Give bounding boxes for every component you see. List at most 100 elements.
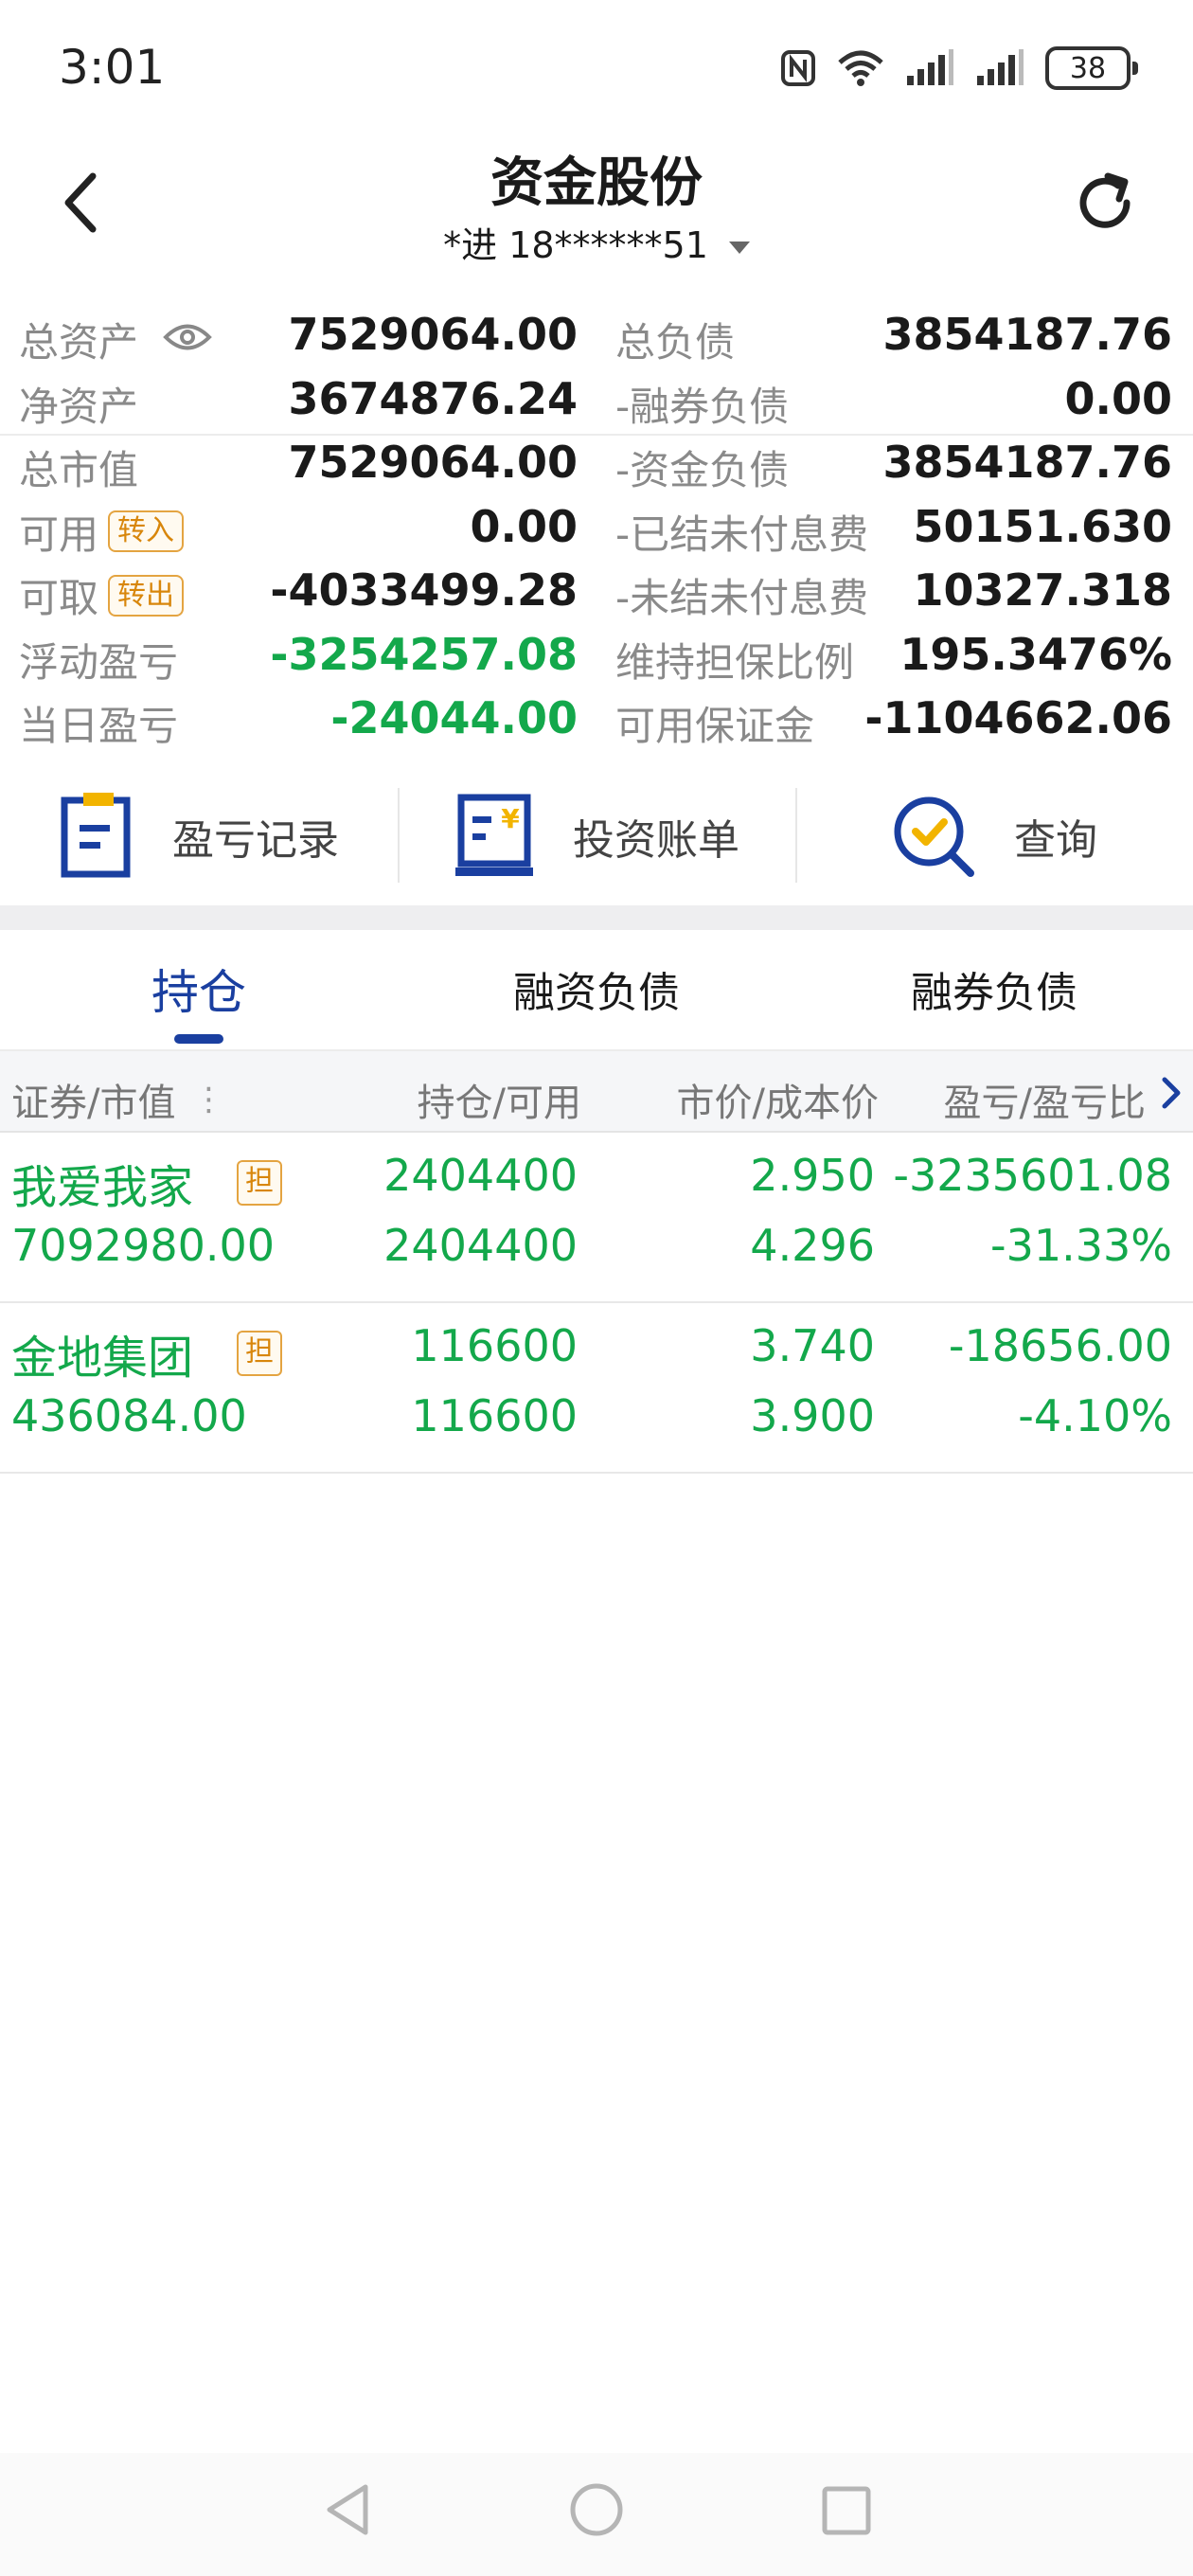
triangle-back-icon xyxy=(327,2484,368,2535)
battery-level: 38 xyxy=(1069,51,1107,85)
holding-cell: 116600 xyxy=(411,1320,578,1371)
transfer-out-button[interactable]: 转出 xyxy=(108,574,185,617)
column-header-price[interactable]: 市价/成本价 xyxy=(677,1072,879,1127)
margin-liabilities-value: 3854187.76 xyxy=(882,437,1172,488)
position-tabs: 持仓 融资负债 融券负债 xyxy=(0,930,1193,1047)
summary-label: 总市值 xyxy=(19,447,139,493)
refresh-button[interactable] xyxy=(1072,167,1138,239)
action-bar: 盈亏记录 ¥ 投资账单 查询 xyxy=(0,765,1193,907)
summary-row: 浮动盈亏 -3254257.08 维持担保比例 195.3476% xyxy=(0,625,1193,689)
action-label: 盈亏记录 xyxy=(172,816,339,865)
summary-label: 可取 转出 xyxy=(19,566,185,624)
summary-label: 总资产 xyxy=(19,311,212,368)
nav-home-button[interactable] xyxy=(568,2481,625,2542)
column-header-security[interactable]: 证券/市值 ⋮ xyxy=(11,1072,224,1127)
maintenance-ratio-value: 195.3476% xyxy=(899,628,1172,680)
caret-down-icon xyxy=(728,242,750,254)
query-button[interactable]: 查询 xyxy=(795,765,1193,907)
net-assets-value: 3674876.24 xyxy=(288,372,578,424)
summary-label: 可用保证金 xyxy=(615,703,815,749)
more-options-icon[interactable]: ⋮ xyxy=(192,1083,224,1116)
record-icon xyxy=(61,793,131,878)
investment-bill-button[interactable]: ¥ 投资账单 xyxy=(398,765,795,907)
floating-pnl-value: -3254257.08 xyxy=(270,628,578,680)
nav-recents-button[interactable] xyxy=(820,2481,873,2542)
transfer-in-button[interactable]: 转入 xyxy=(108,510,185,552)
square-recents-icon xyxy=(822,2486,871,2535)
column-header-pnl[interactable]: 盈亏/盈亏比 xyxy=(944,1072,1146,1127)
summary-row: 当日盈亏 -24044.00 可用保证金 -1104662.06 xyxy=(0,689,1193,753)
collateral-badge: 担 xyxy=(237,1160,283,1206)
holdings-list: 我爱我家担 7092980.00 2404400 2404400 2.950 4… xyxy=(0,1133,1193,1474)
summary-label: 总负债 xyxy=(615,319,736,366)
battery-icon: 38 xyxy=(1045,46,1138,90)
app-header: 资金股份 *进 18******51 xyxy=(0,133,1193,436)
refresh-icon xyxy=(1079,172,1131,228)
available-value: 0.00 xyxy=(470,500,579,552)
pnl-ratio-cell: -4.10% xyxy=(1018,1390,1172,1441)
nfc-icon xyxy=(780,49,816,87)
available-margin-value: -1104662.06 xyxy=(864,692,1172,743)
tab-holdings[interactable]: 持仓 xyxy=(0,930,398,1047)
column-header-holding[interactable]: 持仓/可用 xyxy=(418,1072,581,1127)
status-time: 3:01 xyxy=(59,40,166,95)
pnl-cell: -3235601.08 xyxy=(893,1150,1172,1201)
signal-icon xyxy=(905,49,954,87)
available-cell: 116600 xyxy=(411,1390,578,1441)
table-row[interactable]: 金地集团担 436084.00 116600 116600 3.740 3.90… xyxy=(0,1303,1193,1474)
summary-label: 当日盈亏 xyxy=(19,703,179,749)
account-selector[interactable]: *进 18******51 xyxy=(0,216,1193,268)
total-assets-value: 7529064.00 xyxy=(288,309,578,360)
svg-text:¥: ¥ xyxy=(501,803,520,834)
cost-cell: 4.296 xyxy=(750,1220,875,1271)
search-check-icon xyxy=(894,796,974,877)
summary-label: 浮动盈亏 xyxy=(19,638,179,686)
stock-name: 金地集团担 xyxy=(11,1320,283,1386)
collateral-badge: 担 xyxy=(237,1331,283,1376)
cost-cell: 3.900 xyxy=(750,1390,875,1441)
summary-label: -未结未付息费 xyxy=(615,575,869,621)
section-gap xyxy=(0,905,1193,930)
action-label: 查询 xyxy=(1014,816,1097,865)
action-label: 投资账单 xyxy=(573,816,739,865)
total-liabilities-value: 3854187.76 xyxy=(882,309,1172,360)
status-bar: 3:01 38 xyxy=(0,0,1193,133)
bill-icon: ¥ xyxy=(455,794,533,876)
price-cell: 2.950 xyxy=(750,1150,875,1201)
withdrawable-value: -4033499.28 xyxy=(270,564,578,616)
price-cell: 3.740 xyxy=(750,1320,875,1371)
tab-margin-debt[interactable]: 融资负债 xyxy=(398,930,795,1047)
summary-row: 总市值 7529064.00 -资金负债 3854187.76 xyxy=(0,433,1193,497)
page-title: 资金股份 xyxy=(490,152,703,214)
available-cell: 2404400 xyxy=(383,1220,578,1271)
market-value-cell: 436084.00 xyxy=(11,1390,247,1441)
summary-label: 可用 转入 xyxy=(19,503,185,561)
tab-short-debt[interactable]: 融券负债 xyxy=(795,930,1193,1047)
eye-icon[interactable] xyxy=(163,316,212,363)
summary-label: -资金负债 xyxy=(615,447,790,493)
chevron-right-icon[interactable] xyxy=(1159,1076,1184,1119)
table-header: 证券/市值 ⋮ 持仓/可用 市价/成本价 盈亏/盈亏比 xyxy=(0,1049,1193,1133)
summary-row: 可用 转入 0.00 -已结未付息费 50151.630 xyxy=(0,497,1193,562)
nav-back-button[interactable] xyxy=(322,2481,373,2542)
wifi-icon xyxy=(837,49,884,87)
market-value: 7529064.00 xyxy=(288,437,578,488)
summary-row: 总资产 7529064.00 总负债 3854187.76 xyxy=(0,305,1193,369)
market-value-cell: 7092980.00 xyxy=(11,1220,276,1271)
pnl-record-button[interactable]: 盈亏记录 xyxy=(0,765,398,907)
holding-cell: 2404400 xyxy=(383,1150,578,1201)
table-row[interactable]: 我爱我家担 7092980.00 2404400 2404400 2.950 4… xyxy=(0,1133,1193,1303)
pnl-ratio-cell: -31.33% xyxy=(990,1220,1172,1271)
unsettled-interest-value: 10327.318 xyxy=(913,564,1172,616)
account-number: *进 18******51 xyxy=(443,224,708,266)
summary-row: 可取 转出 -4033499.28 -未结未付息费 10327.318 xyxy=(0,561,1193,625)
settled-interest-value: 50151.630 xyxy=(913,500,1172,552)
summary-row: 净资产 3674876.24 -融券负债 0.00 xyxy=(0,369,1193,434)
status-icons: 38 xyxy=(780,44,1138,93)
summary-label: -已结未付息费 xyxy=(615,510,869,558)
short-liabilities-value: 0.00 xyxy=(1064,372,1173,424)
system-nav-bar xyxy=(0,2453,1193,2576)
summary-label: -融券负债 xyxy=(615,383,790,430)
circle-home-icon xyxy=(570,2483,623,2536)
signal-icon xyxy=(975,49,1024,87)
